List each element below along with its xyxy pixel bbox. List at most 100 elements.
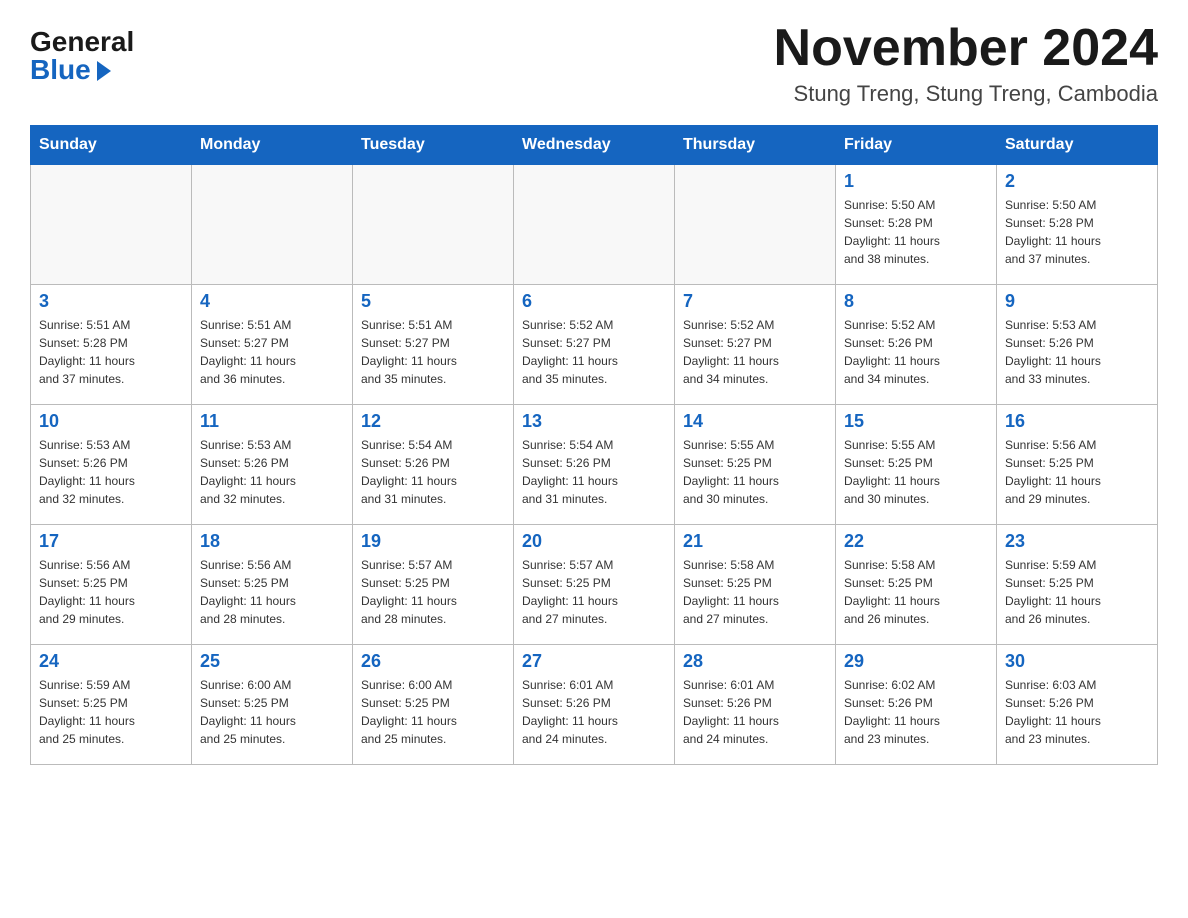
day-number: 21 [683,531,827,552]
day-info: Sunrise: 6:02 AMSunset: 5:26 PMDaylight:… [844,676,988,748]
calendar-cell: 3 Sunrise: 5:51 AMSunset: 5:28 PMDaylight… [31,285,192,405]
calendar-cell: 10 Sunrise: 5:53 AMSunset: 5:26 PMDayligh… [31,405,192,525]
day-number: 30 [1005,651,1149,672]
day-number: 13 [522,411,666,432]
calendar-cell: 18 Sunrise: 5:56 AMSunset: 5:25 PMDayligh… [192,525,353,645]
day-info: Sunrise: 5:56 AMSunset: 5:25 PMDaylight:… [200,556,344,628]
day-number: 12 [361,411,505,432]
day-info: Sunrise: 5:52 AMSunset: 5:27 PMDaylight:… [683,316,827,388]
day-number: 27 [522,651,666,672]
day-info: Sunrise: 5:55 AMSunset: 5:25 PMDaylight:… [683,436,827,508]
day-info: Sunrise: 5:54 AMSunset: 5:26 PMDaylight:… [522,436,666,508]
calendar-cell: 4 Sunrise: 5:51 AMSunset: 5:27 PMDaylight… [192,285,353,405]
calendar-cell [31,165,192,285]
calendar-cell: 13 Sunrise: 5:54 AMSunset: 5:26 PMDayligh… [514,405,675,525]
calendar-cell: 29 Sunrise: 6:02 AMSunset: 5:26 PMDayligh… [836,645,997,765]
day-number: 18 [200,531,344,552]
calendar-cell: 27 Sunrise: 6:01 AMSunset: 5:26 PMDayligh… [514,645,675,765]
day-number: 24 [39,651,183,672]
logo-general-text: General [30,28,134,56]
calendar-cell: 12 Sunrise: 5:54 AMSunset: 5:26 PMDayligh… [353,405,514,525]
day-number: 5 [361,291,505,312]
day-info: Sunrise: 6:00 AMSunset: 5:25 PMDaylight:… [200,676,344,748]
col-header-thursday: Thursday [675,126,836,165]
title-area: November 2024 Stung Treng, Stung Treng, … [774,20,1158,107]
day-info: Sunrise: 5:52 AMSunset: 5:27 PMDaylight:… [522,316,666,388]
day-info: Sunrise: 5:59 AMSunset: 5:25 PMDaylight:… [1005,556,1149,628]
day-number: 4 [200,291,344,312]
col-header-saturday: Saturday [997,126,1158,165]
calendar-cell: 14Sunrise: 5:55 AMSunset: 5:25 PMDayligh… [675,405,836,525]
day-number: 29 [844,651,988,672]
day-info: Sunrise: 5:50 AMSunset: 5:28 PMDaylight:… [1005,196,1149,268]
day-number: 3 [39,291,183,312]
day-info: Sunrise: 5:58 AMSunset: 5:25 PMDaylight:… [683,556,827,628]
calendar-cell: 5Sunrise: 5:51 AMSunset: 5:27 PMDaylight… [353,285,514,405]
day-info: Sunrise: 5:57 AMSunset: 5:25 PMDaylight:… [361,556,505,628]
day-number: 19 [361,531,505,552]
calendar-cell: 23Sunrise: 5:59 AMSunset: 5:25 PMDayligh… [997,525,1158,645]
day-number: 2 [1005,171,1149,192]
day-number: 16 [1005,411,1149,432]
calendar-cell [353,165,514,285]
col-header-wednesday: Wednesday [514,126,675,165]
day-info: Sunrise: 5:55 AMSunset: 5:25 PMDaylight:… [844,436,988,508]
location-title: Stung Treng, Stung Treng, Cambodia [774,81,1158,107]
calendar-cell [514,165,675,285]
calendar-cell: 2 Sunrise: 5:50 AMSunset: 5:28 PMDaylight… [997,165,1158,285]
calendar-header-row: SundayMondayTuesdayWednesdayThursdayFrid… [31,126,1158,165]
day-number: 25 [200,651,344,672]
day-number: 28 [683,651,827,672]
day-number: 1 [844,171,988,192]
day-number: 7 [683,291,827,312]
page-header: General Blue November 2024 Stung Treng, … [30,20,1158,107]
calendar-table: SundayMondayTuesdayWednesdayThursdayFrid… [30,125,1158,765]
logo: General Blue [30,20,134,84]
day-info: Sunrise: 6:01 AMSunset: 5:26 PMDaylight:… [683,676,827,748]
calendar-week-row: 17 Sunrise: 5:56 AMSunset: 5:25 PMDayligh… [31,525,1158,645]
calendar-week-row: 24Sunrise: 5:59 AMSunset: 5:25 PMDayligh… [31,645,1158,765]
day-info: Sunrise: 5:56 AMSunset: 5:25 PMDaylight:… [39,556,183,628]
day-info: Sunrise: 5:53 AMSunset: 5:26 PMDaylight:… [200,436,344,508]
col-header-tuesday: Tuesday [353,126,514,165]
calendar-cell: 16Sunrise: 5:56 AMSunset: 5:25 PMDayligh… [997,405,1158,525]
day-info: Sunrise: 5:52 AMSunset: 5:26 PMDaylight:… [844,316,988,388]
logo-triangle-icon [97,61,111,81]
calendar-cell: 28 Sunrise: 6:01 AMSunset: 5:26 PMDayligh… [675,645,836,765]
calendar-cell: 20 Sunrise: 5:57 AMSunset: 5:25 PMDayligh… [514,525,675,645]
day-number: 10 [39,411,183,432]
day-info: Sunrise: 5:54 AMSunset: 5:26 PMDaylight:… [361,436,505,508]
day-info: Sunrise: 5:58 AMSunset: 5:25 PMDaylight:… [844,556,988,628]
day-number: 11 [200,411,344,432]
day-number: 22 [844,531,988,552]
calendar-week-row: 1 Sunrise: 5:50 AMSunset: 5:28 PMDaylight… [31,165,1158,285]
day-info: Sunrise: 5:51 AMSunset: 5:27 PMDaylight:… [200,316,344,388]
calendar-cell: 17 Sunrise: 5:56 AMSunset: 5:25 PMDayligh… [31,525,192,645]
day-info: Sunrise: 5:51 AMSunset: 5:28 PMDaylight:… [39,316,183,388]
day-number: 17 [39,531,183,552]
day-info: Sunrise: 6:01 AMSunset: 5:26 PMDaylight:… [522,676,666,748]
day-number: 6 [522,291,666,312]
calendar-cell: 6 Sunrise: 5:52 AMSunset: 5:27 PMDaylight… [514,285,675,405]
day-info: Sunrise: 5:50 AMSunset: 5:28 PMDaylight:… [844,196,988,268]
col-header-sunday: Sunday [31,126,192,165]
col-header-monday: Monday [192,126,353,165]
calendar-cell: 30Sunrise: 6:03 AMSunset: 5:26 PMDayligh… [997,645,1158,765]
calendar-cell: 25 Sunrise: 6:00 AMSunset: 5:25 PMDayligh… [192,645,353,765]
day-number: 15 [844,411,988,432]
calendar-cell: 11 Sunrise: 5:53 AMSunset: 5:26 PMDayligh… [192,405,353,525]
calendar-cell: 1 Sunrise: 5:50 AMSunset: 5:28 PMDaylight… [836,165,997,285]
calendar-cell [675,165,836,285]
calendar-week-row: 3 Sunrise: 5:51 AMSunset: 5:28 PMDaylight… [31,285,1158,405]
day-number: 20 [522,531,666,552]
calendar-cell: 22 Sunrise: 5:58 AMSunset: 5:25 PMDayligh… [836,525,997,645]
calendar-cell: 9Sunrise: 5:53 AMSunset: 5:26 PMDaylight… [997,285,1158,405]
calendar-cell [192,165,353,285]
day-info: Sunrise: 5:57 AMSunset: 5:25 PMDaylight:… [522,556,666,628]
day-number: 26 [361,651,505,672]
calendar-cell: 7 Sunrise: 5:52 AMSunset: 5:27 PMDaylight… [675,285,836,405]
day-info: Sunrise: 5:53 AMSunset: 5:26 PMDaylight:… [39,436,183,508]
calendar-cell: 8Sunrise: 5:52 AMSunset: 5:26 PMDaylight… [836,285,997,405]
logo-blue-text: Blue [30,56,91,84]
calendar-cell: 19 Sunrise: 5:57 AMSunset: 5:25 PMDayligh… [353,525,514,645]
